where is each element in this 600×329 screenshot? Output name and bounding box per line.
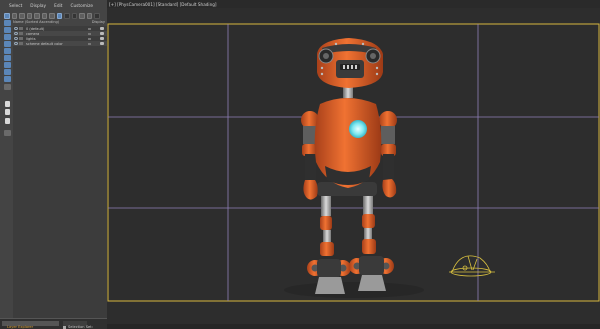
tree-row-scheme[interactable]: scheme default color xyxy=(13,41,107,46)
filter-geometry-icon[interactable] xyxy=(4,13,10,19)
menu-select[interactable]: Select xyxy=(9,3,22,11)
visibility-eye-icon[interactable] xyxy=(14,42,18,45)
find-icon[interactable] xyxy=(4,62,11,68)
delete-layer-icon[interactable] xyxy=(5,118,10,124)
viewport-bottom-strip xyxy=(107,324,600,329)
filter-helpers-icon[interactable] xyxy=(34,13,40,19)
scene-explorer-panel: Select Display Edit Customize Name (Sort… xyxy=(0,0,107,329)
display-toggle-icon[interactable] xyxy=(100,42,104,45)
filter-groups-icon[interactable] xyxy=(49,13,55,19)
sort-icon[interactable] xyxy=(4,55,11,61)
render-toggle-icon[interactable] xyxy=(88,32,91,35)
select-none-icon[interactable] xyxy=(4,27,11,33)
filter-icon[interactable] xyxy=(4,69,11,75)
tree-column-header[interactable]: Name (Sorted Ascending) Display xyxy=(13,20,107,25)
layer-properties-icon[interactable] xyxy=(4,130,11,136)
display-children-icon[interactable] xyxy=(4,41,11,47)
filter-xref-icon[interactable] xyxy=(79,13,85,19)
filter-containers-icon[interactable] xyxy=(71,13,77,19)
explorer-menubar: Select Display Edit Customize xyxy=(0,3,107,11)
visibility-eye-icon[interactable] xyxy=(14,32,18,35)
options-icon[interactable] xyxy=(94,13,100,19)
viewport-canvas[interactable] xyxy=(107,8,600,325)
layer-explorer-label[interactable]: Layer Explorer xyxy=(7,325,33,329)
explorer-filter-toolbar xyxy=(4,12,106,20)
robot-torso xyxy=(314,98,382,188)
filter-layers-icon[interactable] xyxy=(56,13,62,19)
tree-row-label: lights xyxy=(26,36,36,41)
menu-display[interactable]: Display xyxy=(30,3,46,11)
select-all-icon[interactable] xyxy=(4,20,11,26)
selection-set-label: Selection Set: xyxy=(68,325,93,329)
hierarchy-icon[interactable] xyxy=(4,76,11,82)
freeze-icon[interactable] xyxy=(4,84,11,90)
filter-cameras-icon[interactable] xyxy=(26,13,32,19)
add-to-layer-icon[interactable] xyxy=(5,109,10,115)
robot-head xyxy=(317,38,383,88)
freeze-toggle-icon[interactable] xyxy=(19,37,23,40)
select-invert-icon[interactable] xyxy=(4,34,11,40)
explorer-status-bar: Layer Explorer Selection Set: xyxy=(0,318,107,329)
robot-shadow xyxy=(284,282,424,298)
tree-row-label: camera xyxy=(26,31,40,36)
viewport-label-menu[interactable]: [+] [PhysCamera001] [Standard] [Default … xyxy=(109,1,217,8)
display-references-icon[interactable] xyxy=(4,48,11,54)
filter-spacewarps-icon[interactable] xyxy=(41,13,47,19)
filter-lights-icon[interactable] xyxy=(19,13,25,19)
tree-row-label: scheme default color xyxy=(26,41,63,46)
display-toggle-icon[interactable] xyxy=(100,27,104,30)
explorer-side-toolbar xyxy=(4,20,12,140)
render-toggle-icon[interactable] xyxy=(88,27,91,30)
freeze-toggle-icon[interactable] xyxy=(19,42,23,45)
filter-shapes-icon[interactable] xyxy=(11,13,17,19)
robot-chest-light xyxy=(349,120,367,138)
selection-set-icon xyxy=(63,325,66,329)
render-toggle-icon[interactable] xyxy=(88,37,91,40)
menu-edit[interactable]: Edit xyxy=(54,3,62,11)
column-name[interactable]: Name (Sorted Ascending) xyxy=(13,20,59,25)
pin-icon[interactable] xyxy=(86,13,92,19)
menu-customize[interactable]: Customize xyxy=(70,3,93,11)
new-layer-icon[interactable] xyxy=(5,101,10,107)
display-toggle-icon[interactable] xyxy=(100,37,104,40)
freeze-toggle-icon[interactable] xyxy=(19,32,23,35)
visibility-eye-icon[interactable] xyxy=(14,37,18,40)
scene-tree: 0 (default) camera lights scheme default… xyxy=(13,26,107,326)
render-toggle-icon[interactable] xyxy=(88,42,91,45)
visibility-eye-icon[interactable] xyxy=(14,27,18,30)
freeze-toggle-icon[interactable] xyxy=(19,27,23,30)
filter-bones-icon[interactable] xyxy=(64,13,70,19)
column-display[interactable]: Display xyxy=(92,20,105,25)
tree-row-label: 0 (default) xyxy=(26,26,45,31)
display-toggle-icon[interactable] xyxy=(100,32,104,35)
